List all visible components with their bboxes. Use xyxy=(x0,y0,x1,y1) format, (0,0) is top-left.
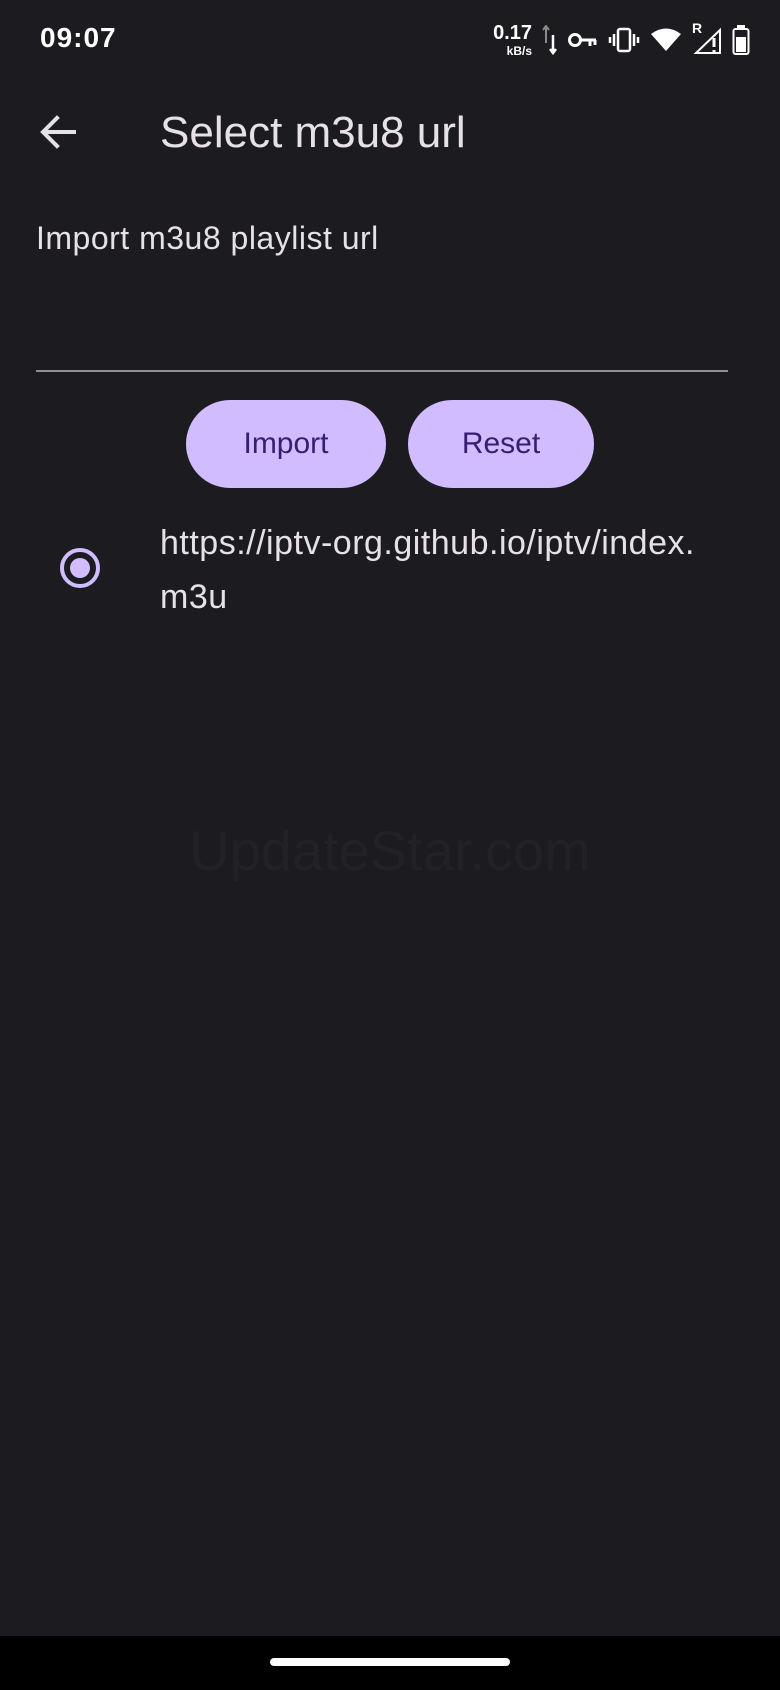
url-field-label: Import m3u8 playlist url xyxy=(36,220,379,256)
status-icons: 0.17 kB/s R xyxy=(493,20,750,60)
home-indicator[interactable] xyxy=(270,1658,510,1666)
watermark: UpdateStar.com xyxy=(189,819,591,882)
vpn-key-icon xyxy=(568,30,598,50)
arrow-back-icon xyxy=(38,112,78,157)
status-time: 09:07 xyxy=(40,22,117,53)
network-speed: 0.17 kB/s xyxy=(493,23,532,57)
screen: 09:07 0.17 kB/s R Select m3u8 url Import… xyxy=(0,0,780,1690)
app-bar: Select m3u8 url xyxy=(0,80,780,188)
status-bar: 09:07 0.17 kB/s R xyxy=(0,0,780,80)
signal-roaming-icon: R xyxy=(692,20,722,54)
url-item-text: https://iptv-org.github.io/iptv/index.m3… xyxy=(160,524,695,616)
url-list-item[interactable]: https://iptv-org.github.io/iptv/index.m3… xyxy=(0,510,780,630)
back-button[interactable] xyxy=(30,106,86,162)
data-transfer-icon xyxy=(542,25,558,55)
import-button[interactable]: Import xyxy=(186,400,386,488)
page-title: Select m3u8 url xyxy=(160,108,466,157)
roaming-label: R xyxy=(692,20,703,36)
playlist-url-input[interactable] xyxy=(36,268,728,372)
vibrate-icon xyxy=(608,27,640,53)
network-speed-unit: kB/s xyxy=(506,44,532,58)
battery-icon xyxy=(732,25,750,55)
navigation-bar xyxy=(0,1636,780,1690)
network-speed-value: 0.17 xyxy=(493,22,532,44)
radio-selected-icon[interactable] xyxy=(58,546,102,590)
wifi-icon xyxy=(650,28,682,52)
reset-button[interactable]: Reset xyxy=(408,400,594,488)
